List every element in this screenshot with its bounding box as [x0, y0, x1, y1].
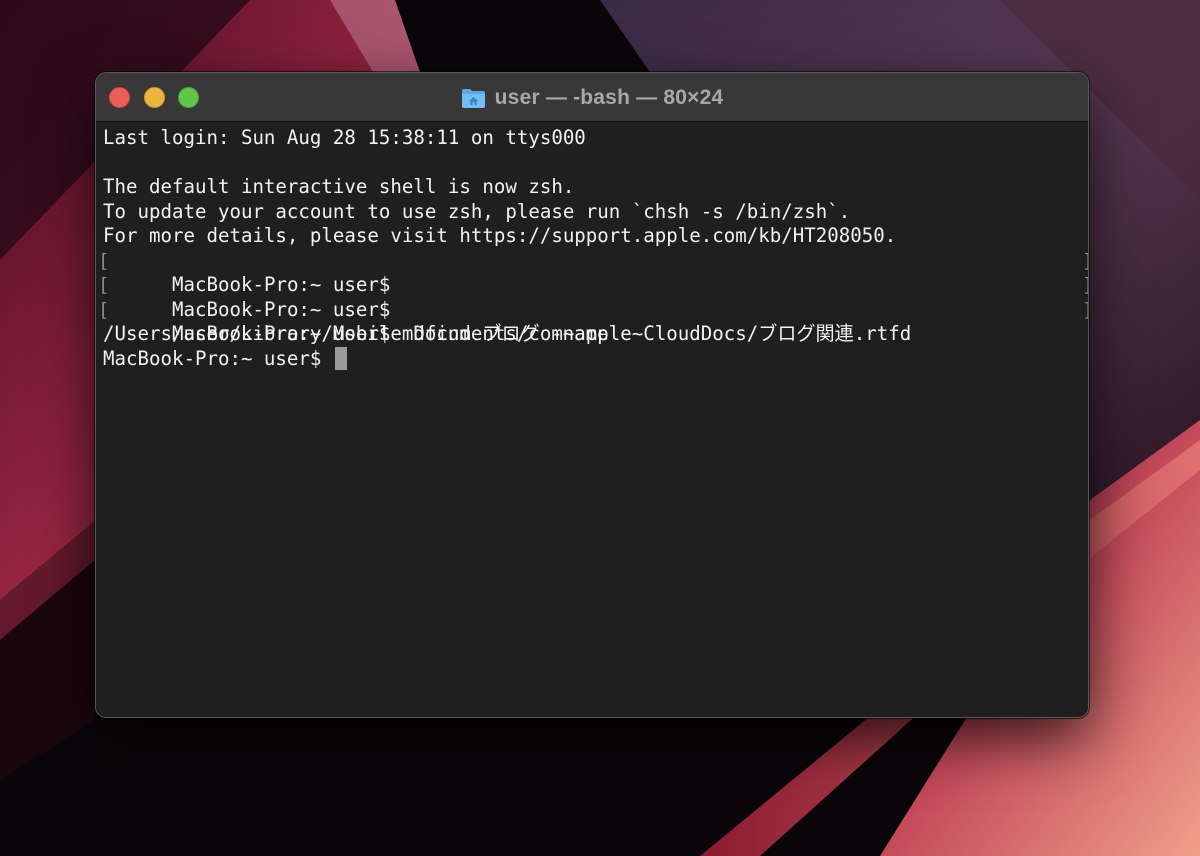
- terminal-line: [MacBook-Pro:~ user$ mdfind ブログ -name]: [98, 298, 1088, 346]
- home-folder-icon: [461, 87, 486, 109]
- terminal-input-line[interactable]: MacBook-Pro:~ user$: [103, 346, 1088, 372]
- command-output-text: /Users/user/Library/Mobile Documents/com…: [103, 322, 912, 345]
- terminal-line: [MacBook-Pro:~ user$]: [98, 249, 1088, 297]
- text-cursor: [334, 346, 347, 370]
- terminal-line: [MacBook-Pro:~ user$]: [98, 273, 1088, 321]
- mark-bracket-left: [: [98, 298, 110, 321]
- terminal-line: For more details, please visit https://s…: [103, 224, 1088, 249]
- terminal-line: The default interactive shell is now zsh…: [103, 175, 1088, 200]
- prompt-text: MacBook-Pro:~ user$: [103, 346, 333, 370]
- mark-bracket-left: [: [98, 274, 110, 296]
- mark-bracket-right: ]: [1082, 249, 1088, 274]
- shell-notice-text: To update your account to use zsh, pleas…: [103, 199, 851, 223]
- shell-notice-text: For more details, please visit https://s…: [103, 224, 897, 247]
- window-title: user — -bash — 80×24: [96, 73, 1088, 122]
- mark-bracket-right: ]: [1082, 298, 1088, 323]
- terminal-window[interactable]: user — -bash — 80×24 Last login: Sun Aug…: [95, 72, 1089, 718]
- title-bar[interactable]: user — -bash — 80×24: [96, 73, 1088, 122]
- terminal-line: Last login: Sun Aug 28 15:38:11 on ttys0…: [103, 126, 1088, 151]
- terminal-line: /Users/user/Library/Mobile Documents/com…: [103, 322, 1088, 347]
- mark-bracket-left: [: [98, 249, 110, 272]
- terminal-line: To update your account to use zsh, pleas…: [103, 200, 1088, 225]
- shell-notice-text: The default interactive shell is now zsh…: [103, 175, 575, 198]
- terminal-content[interactable]: Last login: Sun Aug 28 15:38:11 on ttys0…: [96, 122, 1088, 371]
- window-title-text: user — -bash — 80×24: [494, 85, 724, 109]
- last-login-text: Last login: Sun Aug 28 15:38:11 on ttys0…: [103, 126, 586, 149]
- mark-bracket-right: ]: [1082, 273, 1088, 298]
